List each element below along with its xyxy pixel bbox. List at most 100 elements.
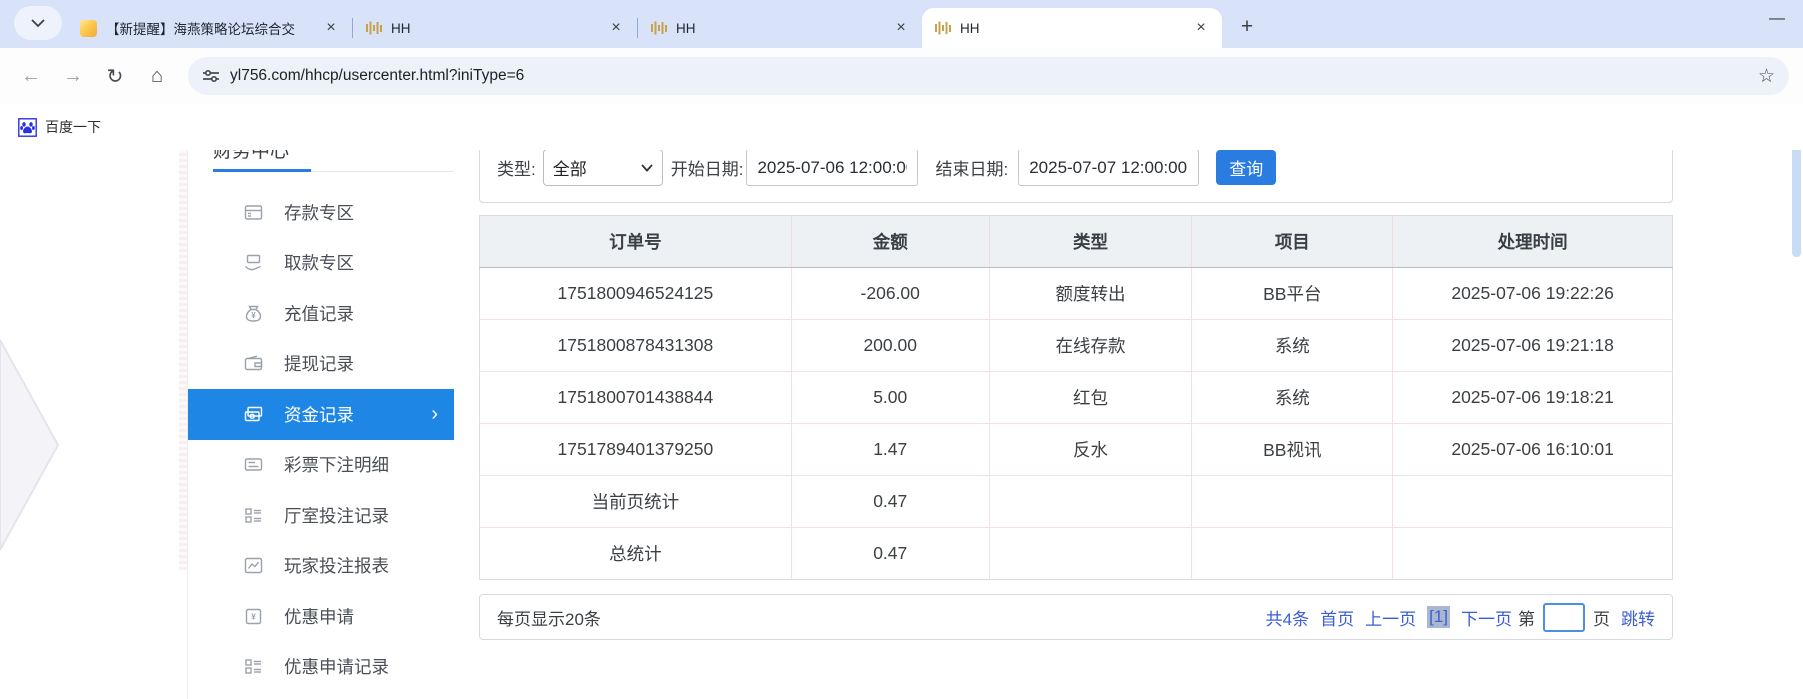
cell-process-time: 2025-07-06 16:10:01 bbox=[1393, 424, 1673, 476]
tab-forum[interactable]: 【新提醒】海燕策略论坛综合交 × bbox=[68, 8, 352, 48]
bookmark-label: 百度一下 bbox=[45, 117, 101, 137]
address-bar[interactable]: yl756.com/hhcp/usercenter.html?iniType=6… bbox=[188, 57, 1789, 95]
cell-amount: -206.00 bbox=[791, 268, 989, 320]
sidebar-item-deposit-zone[interactable]: 存款专区 bbox=[188, 187, 454, 238]
type-select-value: 全部 bbox=[553, 155, 641, 180]
prev-page-link[interactable]: 上一页 bbox=[1365, 605, 1416, 630]
new-tab-button[interactable]: + bbox=[1232, 12, 1262, 42]
total-count: 共4条 bbox=[1266, 605, 1309, 630]
close-icon[interactable]: × bbox=[1190, 17, 1212, 39]
chevron-right-icon: › bbox=[431, 403, 438, 426]
forward-button[interactable]: → bbox=[56, 59, 90, 93]
bookmark-baidu[interactable]: 百度一下 bbox=[18, 117, 101, 137]
sidebar-item-recharge-records[interactable]: ¥ 充值记录 bbox=[188, 288, 454, 339]
reload-button[interactable]: ↻ bbox=[98, 59, 132, 93]
sidebar-item-promo-apply[interactable]: ¥ 优惠申请 bbox=[188, 591, 454, 642]
close-icon[interactable]: × bbox=[605, 17, 627, 39]
gold-bars-favicon-icon bbox=[365, 20, 382, 36]
tab-hh-active[interactable]: HH × bbox=[922, 8, 1222, 48]
moneybag-icon: ¥ bbox=[244, 304, 263, 323]
tab-strip: 【新提醒】海燕策略论坛综合交 × HH × HH × HH × + — bbox=[0, 0, 1803, 48]
sidebar-item-label: 存款专区 bbox=[284, 200, 354, 225]
table-row-page-stats: 当前页统计 0.47 bbox=[480, 476, 1673, 528]
query-button[interactable]: 查询 bbox=[1216, 150, 1276, 185]
table-row-total-stats: 总统计 0.47 bbox=[480, 528, 1673, 580]
table-row: 1751789401379250 1.47 反水 BB视讯 2025-07-06… bbox=[480, 424, 1673, 476]
sidebar-item-player-bet-report[interactable]: 玩家投注报表 bbox=[188, 541, 454, 592]
sidebar-item-withdrawal-records[interactable]: 提现记录 bbox=[188, 339, 454, 390]
type-select[interactable]: 全部 bbox=[543, 150, 663, 186]
col-process-time: 处理时间 bbox=[1393, 216, 1673, 268]
close-icon[interactable]: × bbox=[890, 17, 912, 39]
col-order-id: 订单号 bbox=[480, 216, 792, 268]
tab-title: HH bbox=[676, 21, 890, 36]
cell-empty bbox=[989, 476, 1192, 528]
wallet-icon bbox=[244, 354, 263, 373]
forum-favicon-icon bbox=[80, 20, 97, 37]
sidebar-menu: 存款专区 取款专区 ¥ 充值记录 提现记录 资金记录 › bbox=[188, 187, 454, 692]
cell-empty bbox=[1192, 476, 1393, 528]
cell-process-time: 2025-07-06 19:18:21 bbox=[1393, 372, 1673, 424]
page-content: 财务中心 存款专区 取款专区 ¥ 充值记录 提现记录 bbox=[0, 150, 1803, 699]
sidebar-item-label: 优惠申请 bbox=[284, 604, 354, 629]
sidebar-item-withdraw-zone[interactable]: 取款专区 bbox=[188, 238, 454, 289]
sidebar-item-lottery-bet-detail[interactable]: 彩票下注明细 bbox=[188, 440, 454, 491]
tab-search-button[interactable] bbox=[14, 6, 62, 40]
end-date-label: 结束日期: bbox=[935, 155, 1008, 180]
watermark-strip bbox=[179, 150, 187, 570]
page-suffix-label: 页 bbox=[1593, 605, 1610, 630]
cell-amount: 5.00 bbox=[791, 372, 989, 424]
sidebar-item-promo-apply-records[interactable]: 优惠申请记录 bbox=[188, 642, 454, 693]
coupon-icon: ¥ bbox=[244, 607, 263, 626]
bookmark-star-icon[interactable]: ☆ bbox=[1758, 65, 1775, 88]
sidebar-item-label: 充值记录 bbox=[284, 301, 354, 326]
home-button[interactable]: ⌂ bbox=[140, 59, 174, 93]
grid-list-icon bbox=[244, 506, 263, 525]
sidebar-item-label: 提现记录 bbox=[284, 351, 354, 376]
per-page-label: 每页显示20条 bbox=[497, 605, 601, 630]
tab-hh-1[interactable]: HH × bbox=[353, 8, 637, 48]
col-amount: 金额 bbox=[791, 216, 989, 268]
table-row: 1751800878431308 200.00 在线存款 系统 2025-07-… bbox=[480, 320, 1673, 372]
baidu-paw-icon bbox=[18, 118, 37, 137]
cell-stats-label: 当前页统计 bbox=[480, 476, 792, 528]
jump-link[interactable]: 跳转 bbox=[1621, 605, 1655, 630]
cell-project: BB平台 bbox=[1192, 268, 1393, 320]
cell-project: BB视讯 bbox=[1192, 424, 1393, 476]
cell-amount: 0.47 bbox=[791, 476, 989, 528]
page-number-input[interactable] bbox=[1543, 603, 1585, 632]
sidebar-item-funds-records[interactable]: 资金记录 › bbox=[188, 389, 454, 440]
minimize-button[interactable]: — bbox=[1769, 10, 1785, 28]
list-card-icon bbox=[244, 455, 263, 474]
sidebar-header: 财务中心 bbox=[213, 150, 289, 163]
site-settings-icon[interactable] bbox=[202, 67, 220, 85]
start-date-input[interactable] bbox=[746, 150, 918, 186]
tab-title: HH bbox=[960, 21, 1190, 36]
tab-title: HH bbox=[391, 21, 605, 36]
url-text[interactable]: yl756.com/hhcp/usercenter.html?iniType=6 bbox=[230, 67, 1758, 85]
sidebar-active-underline bbox=[213, 169, 311, 172]
sidebar-item-hall-bet-records[interactable]: 厅室投注记录 bbox=[188, 490, 454, 541]
tab-title: 【新提醒】海燕策略论坛综合交 bbox=[106, 18, 320, 38]
svg-text:¥: ¥ bbox=[251, 311, 256, 320]
pager: 共4条 首页 上一页 [1] 下一页 第 页 跳转 bbox=[1255, 603, 1655, 632]
chevron-down-icon bbox=[31, 19, 45, 28]
end-date-input[interactable] bbox=[1018, 150, 1199, 186]
back-button[interactable]: ← bbox=[14, 59, 48, 93]
current-page[interactable]: [1] bbox=[1427, 606, 1450, 628]
close-icon[interactable]: × bbox=[320, 17, 342, 39]
cell-project: 系统 bbox=[1192, 320, 1393, 372]
cell-empty bbox=[989, 528, 1192, 580]
browser-window: 【新提醒】海燕策略论坛综合交 × HH × HH × HH × + — ← → … bbox=[0, 0, 1803, 699]
sidebar-item-label: 厅室投注记录 bbox=[284, 503, 389, 528]
sidebar: 财务中心 存款专区 取款专区 ¥ 充值记录 提现记录 bbox=[187, 150, 453, 699]
chart-icon bbox=[244, 556, 263, 575]
cell-empty bbox=[1192, 528, 1393, 580]
tab-hh-2[interactable]: HH × bbox=[638, 8, 922, 48]
sidebar-item-label: 彩票下注明细 bbox=[284, 452, 389, 477]
next-page-link[interactable]: 下一页 bbox=[1461, 605, 1512, 630]
first-page-link[interactable]: 首页 bbox=[1320, 605, 1354, 630]
withdraw-hand-icon bbox=[244, 253, 263, 272]
funds-records-table: 订单号 金额 类型 项目 处理时间 1751800946524125 -206.… bbox=[479, 215, 1673, 580]
gold-bars-favicon-icon bbox=[934, 20, 951, 36]
